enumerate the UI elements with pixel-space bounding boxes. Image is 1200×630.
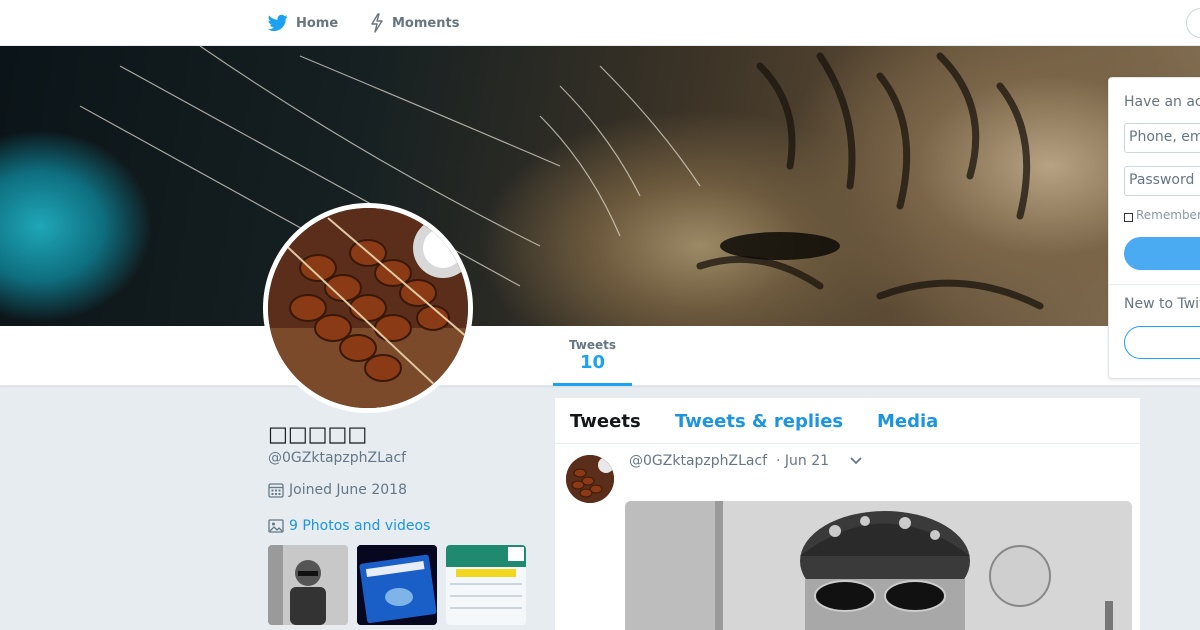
search-box-edge[interactable] <box>1186 8 1200 38</box>
tweet-author-handle[interactable]: @0GZktapzphZLacf <box>629 453 767 469</box>
media-thumbnail[interactable] <box>268 545 348 625</box>
banner-cat-fur <box>79 46 1044 317</box>
login-password-input[interactable]: Password <box>1124 166 1200 196</box>
signup-button[interactable] <box>1124 326 1200 359</box>
top-nav-bar: Home Moments <box>0 0 1200 46</box>
tweet-timeline: Tweets Tweets & replies Media @0GZktapzp… <box>554 397 1141 630</box>
tweet-date[interactable]: · Jun 21 <box>776 453 829 469</box>
nav-home[interactable]: Home <box>268 0 338 46</box>
nav-home-label: Home <box>296 15 339 31</box>
twitter-bird-icon <box>268 14 288 32</box>
joined-label: Joined June 2018 <box>289 482 407 498</box>
photos-videos-link[interactable]: 9 Photos and videos <box>268 518 430 534</box>
profile-avatar[interactable] <box>263 203 473 413</box>
joined-date: Joined June 2018 <box>268 482 407 498</box>
tab-tweets-replies[interactable]: Tweets & replies <box>675 411 843 432</box>
remember-me[interactable]: Remember <box>1124 208 1200 222</box>
login-button[interactable] <box>1124 237 1200 270</box>
tab-tweets[interactable]: Tweets <box>570 411 641 432</box>
profile-banner <box>0 46 1200 326</box>
tweet-media-photo[interactable] <box>625 501 1132 630</box>
media-thumbnail[interactable] <box>446 545 526 625</box>
image-icon <box>268 519 284 533</box>
timeline-tabs: Tweets Tweets & replies Media <box>555 398 1140 444</box>
stat-tweets-label: Tweets <box>568 338 617 352</box>
login-title: Have an ac <box>1124 94 1200 110</box>
calendar-icon <box>268 483 284 498</box>
login-divider <box>1109 284 1200 285</box>
remember-checkbox[interactable] <box>1124 212 1133 222</box>
chevron-down-icon[interactable] <box>849 456 863 466</box>
lightning-icon <box>371 13 383 33</box>
tweet-avatar[interactable] <box>566 455 614 503</box>
stat-tweets[interactable]: Tweets 10 <box>553 326 632 386</box>
avatar-yakitori-image <box>268 208 468 408</box>
profile-name[interactable]: □□□□□ <box>268 422 367 446</box>
new-to-twitter-title: New to Twit <box>1124 296 1200 312</box>
nav-moments[interactable]: Moments <box>370 0 459 46</box>
login-phone-input[interactable]: Phone, em <box>1124 123 1200 153</box>
tab-media[interactable]: Media <box>877 411 938 432</box>
stat-tweets-count: 10 <box>579 352 606 373</box>
profile-nav-strip: Tweets 10 <box>0 326 1200 386</box>
media-thumbnail[interactable] <box>357 545 437 625</box>
photos-videos-label: 9 Photos and videos <box>289 518 431 534</box>
login-card: Have an ac Phone, em Password Remember N… <box>1108 77 1200 379</box>
nav-moments-label: Moments <box>392 15 460 31</box>
profile-handle[interactable]: @0GZktapzphZLacf <box>268 450 406 466</box>
remember-label: Remember <box>1136 208 1200 222</box>
